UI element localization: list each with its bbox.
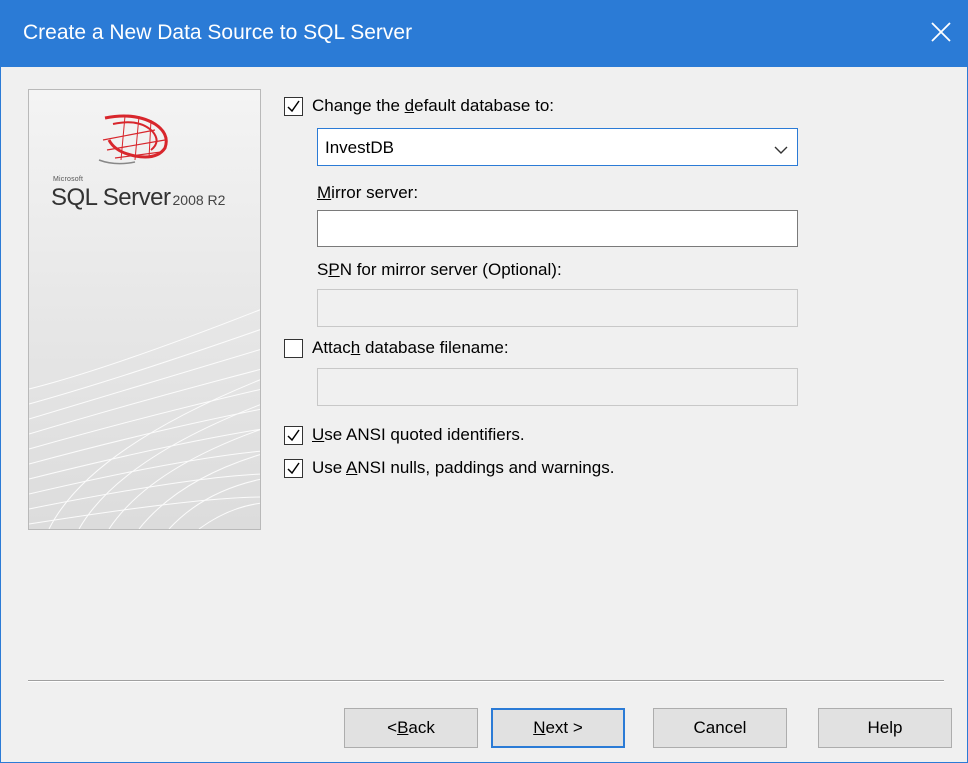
button-accelerator: B [397,718,409,737]
default-database-combo[interactable]: InvestDB [317,128,798,166]
close-button[interactable] [915,1,967,67]
dialog-window: Create a New Data Source to SQL Server M… [0,0,968,763]
label-text: N for mirror server (Optional): [339,260,562,279]
ansi-nulls-checkbox[interactable] [284,459,303,478]
spn-input[interactable] [317,289,798,327]
wave-pattern-graphic [29,309,260,529]
product-label: SQL Server [51,184,171,211]
footer-separator [28,680,944,682]
change-default-db-label[interactable]: Change the default database to: [312,96,554,116]
label-text: Attac [312,338,351,357]
label-text: NSI nulls, paddings and warnings. [357,458,615,477]
label-text: Use [312,458,347,477]
attach-db-checkbox[interactable] [284,339,303,358]
mirror-server-input[interactable] [317,210,798,247]
label-text: Change the [312,96,405,115]
label-accelerator: P [328,260,340,279]
label-accelerator: U [312,425,325,444]
back-button[interactable]: < Back [344,708,478,748]
microsoft-label: Microsoft [53,176,84,183]
sql-server-side-image: Microsoft SQL Server 2008 R2 [28,89,261,530]
product-name: SQL Server 2008 R2 [51,184,225,212]
label-accelerator: M [317,183,332,202]
button-text: Cancel [693,718,747,737]
label-text: database filename: [360,338,509,357]
label-accelerator: h [350,338,361,357]
ansi-quoted-checkbox[interactable] [284,426,303,445]
label-text: efault database to: [414,96,554,115]
ansi-nulls-label[interactable]: Use ANSI nulls, paddings and warnings. [312,458,614,478]
label-text: S [317,260,329,279]
button-text: ack [408,718,435,737]
label-accelerator: A [346,458,358,477]
button-text: ext > [545,718,583,737]
chevron-down-icon[interactable] [774,142,788,160]
change-default-db-checkbox[interactable] [284,97,303,116]
default-database-value: InvestDB [325,138,394,157]
ansi-quoted-label[interactable]: Use ANSI quoted identifiers. [312,425,525,445]
checkmark-icon [287,100,300,113]
checkmark-icon [287,462,300,475]
sql-server-logo-icon [95,110,185,175]
title-bar[interactable]: Create a New Data Source to SQL Server [1,1,967,67]
next-button[interactable]: Next > [491,708,625,748]
label-text: irror server: [331,183,419,202]
button-accelerator: N [533,718,546,737]
button-text: Help [867,718,903,737]
product-version: 2008 R2 [172,192,226,208]
help-button[interactable]: Help [818,708,952,748]
label-accelerator: d [404,96,415,115]
button-text: < [387,718,398,737]
mirror-server-label: Mirror server: [317,183,418,203]
window-title: Create a New Data Source to SQL Server [23,21,413,44]
checkmark-icon [287,429,300,442]
spn-label: SPN for mirror server (Optional): [317,260,562,280]
attach-db-filename-input[interactable] [317,368,798,406]
cancel-button[interactable]: Cancel [653,708,787,748]
close-icon [930,19,952,50]
attach-db-label[interactable]: Attach database filename: [312,338,509,358]
label-text: se ANSI quoted identifiers. [324,425,525,444]
